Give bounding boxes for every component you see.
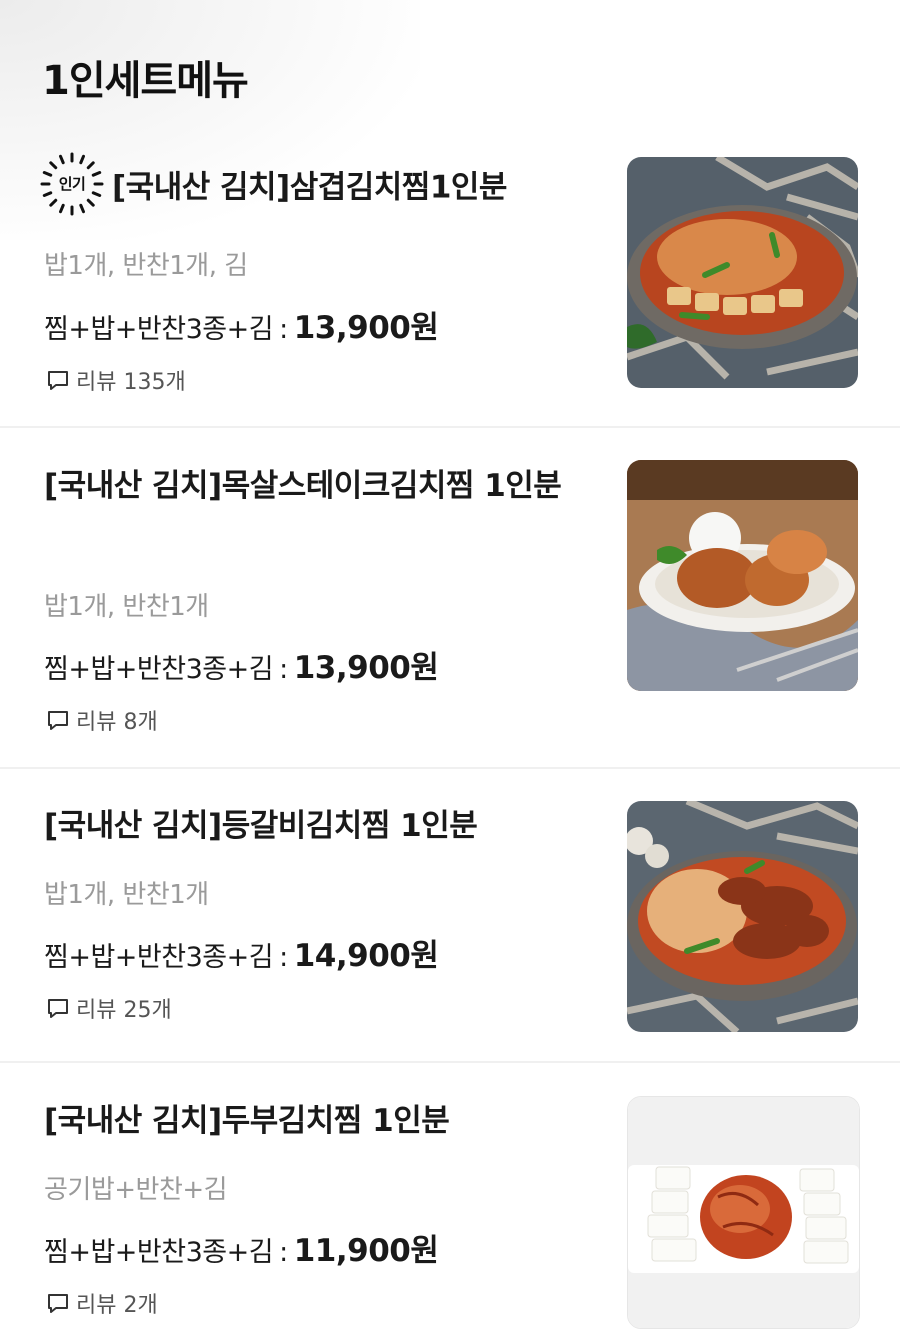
price: 14,900원 [293,938,439,974]
menu-item-description: 밥1개, 반찬1개 [44,592,209,622]
menu-item-description: 밥1개, 반찬1개 [44,880,209,910]
menu-item-photo [627,1096,860,1329]
menu-item-name: 인기 [국내산 김치]삼겹김치찜1인분 [40,152,604,216]
menu-item[interactable]: [국내산 김치]두부김치찜 1인분 공기밥+반찬+김 찜+밥+반찬3종+김:11… [0,1063,900,1330]
menu-item[interactable]: 인기 [국내산 김치]삼겹김치찜1인분 밥1개, 반찬1개, 김 찜+밥+반찬3… [0,0,900,428]
set-label: 찜+밥+반찬3종+김 [44,314,274,345]
price: 11,900원 [293,1233,439,1269]
menu-item-price-row: 찜+밥+반찬3종+김:11,900원 [44,1233,439,1269]
menu-item[interactable]: [국내산 김치]목살스테이크김치찜 1인분 밥1개, 반찬1개 찜+밥+반찬3종… [0,428,900,769]
review-count: 리뷰 8개 [46,704,158,736]
review-count: 리뷰 2개 [46,1287,158,1319]
menu-item-photo [627,460,858,691]
review-count: 리뷰 135개 [46,364,186,396]
set-label: 찜+밥+반찬3종+김 [44,654,274,685]
menu-item-description: 밥1개, 반찬1개, 김 [44,251,248,281]
price: 13,900원 [293,650,439,686]
menu-item-price-row: 찜+밥+반찬3종+김:13,900원 [44,310,439,346]
menu-item-price-row: 찜+밥+반찬3종+김:14,900원 [44,938,439,974]
set-label: 찜+밥+반찬3종+김 [44,942,274,973]
price: 13,900원 [293,310,439,346]
menu-item-description: 공기밥+반찬+김 [44,1175,228,1205]
review-count: 리뷰 25개 [46,992,172,1024]
menu-item-photo [627,157,858,388]
menu-item[interactable]: [국내산 김치]등갈비김치찜 1인분 밥1개, 반찬1개 찜+밥+반찬3종+김:… [0,769,900,1063]
menu-item-name: [국내산 김치]목살스테이크김치찜 1인분 [44,468,562,504]
speech-bubble-icon [48,711,68,730]
popular-badge: 인기 [40,152,104,216]
menu-item-name: [국내산 김치]두부김치찜 1인분 [44,1103,450,1139]
speech-bubble-icon [48,371,68,390]
menu-item-photo [627,801,858,1032]
speech-bubble-icon [48,999,68,1018]
set-label: 찜+밥+반찬3종+김 [44,1237,274,1268]
speech-bubble-icon [48,1294,68,1313]
menu-item-name: [국내산 김치]등갈비김치찜 1인분 [44,808,478,844]
menu-item-price-row: 찜+밥+반찬3종+김:13,900원 [44,650,439,686]
